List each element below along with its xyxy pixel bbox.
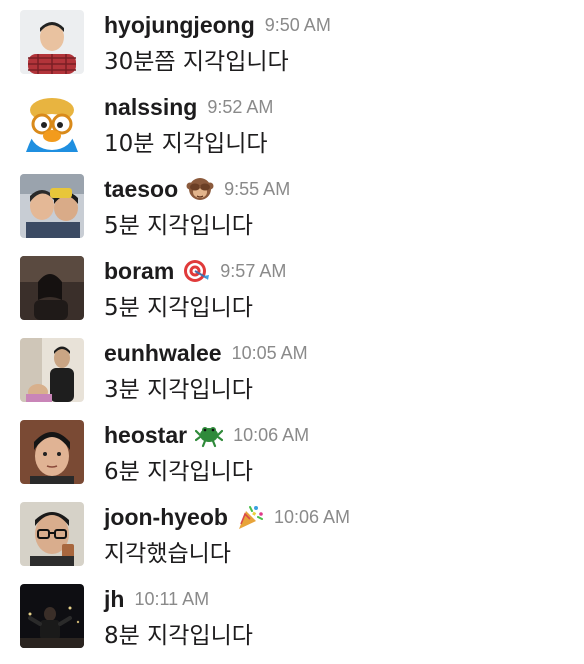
message-text: 30분쯤 지각입니다	[104, 49, 289, 75]
indoor-photo-icon	[20, 338, 84, 402]
target-icon	[182, 257, 210, 285]
username[interactable]: hyojungjeong	[104, 12, 255, 39]
dark-photo-icon	[20, 256, 84, 320]
message-text: 3분 지각입니다	[104, 377, 253, 403]
username[interactable]: jh	[104, 586, 124, 613]
timestamp[interactable]: 9:50 AM	[265, 15, 331, 36]
message-item: joon-hyeob 10:06 AM 지각했습니다	[0, 492, 584, 574]
message-text: 5분 지각입니다	[104, 295, 253, 321]
message-feed: hyojungjeong 9:50 AM 30분쯤 지각입니다 nalssing…	[0, 0, 584, 664]
message-text: 8분 지각입니다	[104, 623, 253, 649]
message-item: hyojungjeong 9:50 AM 30분쯤 지각입니다	[0, 0, 584, 82]
message-text: 5분 지각입니다	[104, 213, 253, 239]
timestamp[interactable]: 9:57 AM	[220, 261, 286, 282]
message-item: heostar 10:06 AM 6분 지각입니다	[0, 410, 584, 492]
message-text: 6분 지각입니다	[104, 459, 253, 485]
message-item: jh 10:11 AM 8분 지각입니다	[0, 574, 584, 656]
face-photo-icon	[20, 420, 84, 484]
username[interactable]: nalssing	[104, 94, 197, 121]
timestamp[interactable]: 9:55 AM	[224, 179, 290, 200]
message-item: boram 9:57 AM 5분 지각입니다	[0, 246, 584, 328]
user-avatar[interactable]	[20, 502, 84, 566]
username[interactable]: heostar	[104, 422, 187, 449]
user-avatar[interactable]	[20, 256, 84, 320]
timestamp[interactable]: 10:05 AM	[232, 343, 308, 364]
party-popper-icon	[236, 503, 264, 531]
message-item: eunhwalee 10:05 AM 3분 지각입니다	[0, 328, 584, 410]
timestamp[interactable]: 9:52 AM	[207, 97, 273, 118]
message-item: nalssing 9:52 AM 10분 지각입니다	[0, 82, 584, 164]
night-photo-icon	[20, 584, 84, 648]
person-avatar-icon	[20, 10, 84, 74]
message-text: 지각했습니다	[104, 541, 231, 567]
user-avatar[interactable]	[20, 584, 84, 648]
user-avatar[interactable]	[20, 10, 84, 74]
user-avatar[interactable]	[20, 92, 84, 156]
see-no-evil-monkey-icon	[186, 175, 214, 203]
user-avatar[interactable]	[20, 420, 84, 484]
selfie-photo-icon	[20, 174, 84, 238]
message-item: taesoo 9:55 AM 5분 지각입니다	[0, 164, 584, 246]
timestamp[interactable]: 10:06 AM	[233, 425, 309, 446]
username[interactable]: eunhwalee	[104, 340, 222, 367]
penguin-cartoon-icon	[20, 92, 84, 156]
username[interactable]: joon-hyeob	[104, 504, 228, 531]
username[interactable]: taesoo	[104, 176, 178, 203]
user-avatar[interactable]	[20, 338, 84, 402]
user-avatar[interactable]	[20, 174, 84, 238]
timestamp[interactable]: 10:11 AM	[134, 589, 209, 610]
message-text: 10분 지각입니다	[104, 131, 268, 157]
timestamp[interactable]: 10:06 AM	[274, 507, 350, 528]
green-creature-icon	[195, 421, 224, 449]
username[interactable]: boram	[104, 258, 174, 285]
glasses-photo-icon	[20, 502, 84, 566]
